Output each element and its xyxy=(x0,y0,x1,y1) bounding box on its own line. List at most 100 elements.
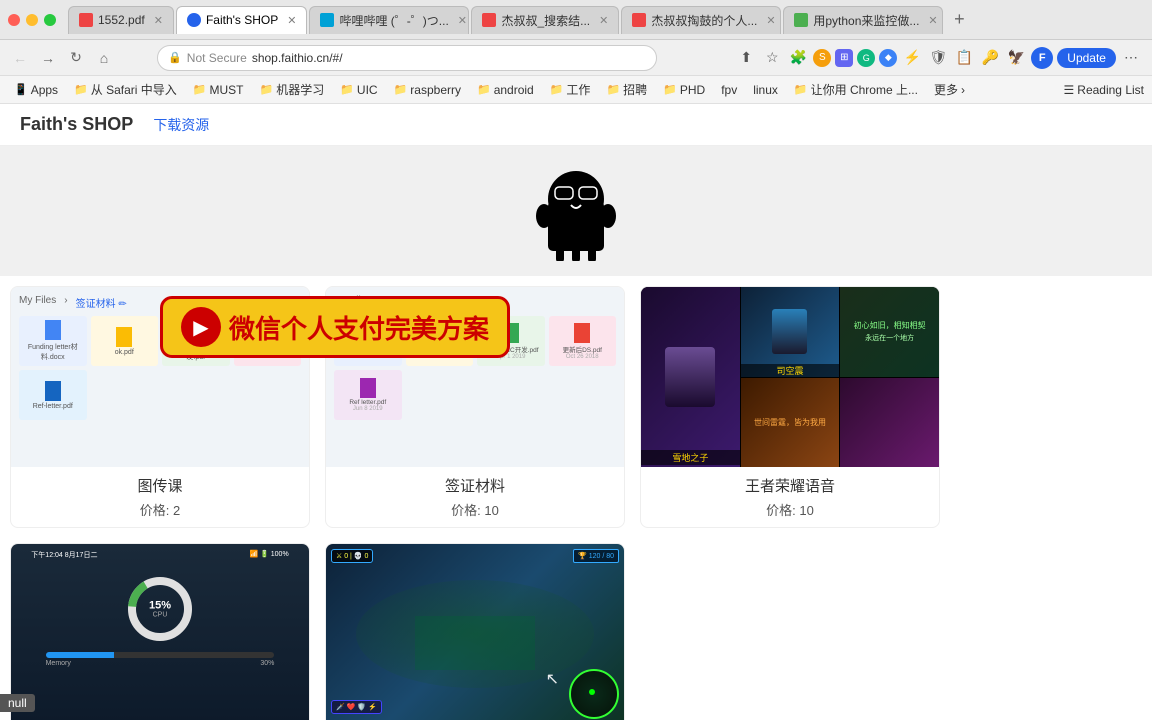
product-title-1: 图传课 xyxy=(11,467,309,500)
tab-favicon-search xyxy=(482,13,496,27)
folder-icon: 📱 xyxy=(14,83,28,96)
bookmark-label: UIC xyxy=(357,83,378,97)
product-card-3[interactable]: 雪地之子 司空震 初心如旧，相知相契 永远在一个地方 世间雷霆，皆为我用 xyxy=(640,286,940,528)
bookmark-must[interactable]: 📁 MUST xyxy=(187,81,250,99)
reading-list[interactable]: ☰ Reading List xyxy=(1064,83,1144,97)
bookmark-label: 招聘 xyxy=(623,81,647,98)
profile-icon[interactable]: F xyxy=(1031,47,1053,69)
reading-list-label: Reading List xyxy=(1077,83,1144,97)
tab-search[interactable]: 杰叔叔_搜索结... ✕ xyxy=(471,6,619,34)
ext-icon-2[interactable]: ⊞ xyxy=(835,49,853,67)
home-button[interactable]: ⌂ xyxy=(94,48,114,68)
bookmark-linux[interactable]: linux xyxy=(747,81,784,99)
download-link[interactable]: 下载资源 xyxy=(153,115,209,135)
bookmark-recruitment[interactable]: 📁 招聘 xyxy=(600,79,653,100)
play-icon: ▶ xyxy=(181,307,221,347)
back-button[interactable]: ← xyxy=(10,48,30,68)
folder-icon: 📁 xyxy=(74,83,88,96)
tab-label-search: 杰叔叔_搜索结... xyxy=(501,12,590,29)
update-button[interactable]: Update xyxy=(1057,48,1116,68)
bookmark-safari[interactable]: 📁 从 Safari 中导入 xyxy=(68,79,183,100)
tab-close-bilibili[interactable]: ✕ xyxy=(458,14,467,27)
chevron-icon: › xyxy=(961,83,965,97)
tab-label-bilibili: 哔哩哔哩 (゜-゜)つ... xyxy=(339,12,448,29)
close-button[interactable] xyxy=(8,14,20,26)
tab-close-icon[interactable]: ✕ xyxy=(154,14,163,27)
bookmark-work[interactable]: 📁 工作 xyxy=(544,79,597,100)
bookmark-label: 让你用 Chrome 上... xyxy=(811,81,918,98)
product-title-2: 签证材料 xyxy=(326,467,624,500)
tab-label-faithshop: Faith's SHOP xyxy=(206,13,278,27)
share-icon[interactable]: ⬆ xyxy=(735,47,757,69)
traffic-lights xyxy=(8,14,56,26)
product-card-4[interactable]: 下午12:04 8月17日二 📶 🔋 100% 15% CPU xyxy=(10,543,310,720)
bookmarks-bar: 📱 Apps 📁 从 Safari 中导入 📁 MUST 📁 机器学习 📁 UI… xyxy=(0,76,1152,104)
minimize-button[interactable] xyxy=(26,14,38,26)
bookmark-chrome[interactable]: 📁 让你用 Chrome 上... xyxy=(788,79,924,100)
reading-list-icon: ☰ xyxy=(1064,83,1075,97)
titlebar: 1552.pdf ✕ Faith's SHOP ✕ 哔哩哔哩 (゜-゜)つ...… xyxy=(0,0,1152,40)
bookmark-fpv[interactable]: fpv xyxy=(715,81,743,99)
bookmark-phd[interactable]: 📁 PHD xyxy=(657,81,711,99)
address-box[interactable]: 🔒 Not Secure shop.faithio.cn/#/ xyxy=(157,45,657,71)
bookmark-icon[interactable]: ☆ xyxy=(761,47,783,69)
lock-icon: 🔒 xyxy=(168,51,182,64)
folder-icon: 📁 xyxy=(340,83,354,96)
product-price-2: 价格: 10 xyxy=(326,500,624,527)
site-header: Faith's SHOP 下载资源 xyxy=(0,104,1152,146)
tab-close-python[interactable]: ✕ xyxy=(928,14,937,27)
bookmark-label: Apps xyxy=(31,83,58,97)
new-tab-button[interactable]: + xyxy=(945,6,973,34)
bookmark-label: PHD xyxy=(680,83,705,97)
tab-favicon xyxy=(79,13,93,27)
ext-icon-7[interactable]: 📋 xyxy=(953,47,975,69)
bookmark-android[interactable]: 📁 android xyxy=(471,81,540,99)
tab-personal[interactable]: 杰叔叔掏鼓的个人... ✕ xyxy=(621,6,781,34)
ext-icon-3[interactable]: G xyxy=(857,49,875,67)
ext-icon-5[interactable]: ⚡ xyxy=(901,47,923,69)
product-card-5[interactable]: ⚔ 0 | 💀 0 🗡️ ❤️ 🛡️ ⚡ ↖ 🏆 120 / 80 xyxy=(325,543,625,720)
github-logo-icon xyxy=(526,161,626,261)
bookmark-uic[interactable]: 📁 UIC xyxy=(334,81,383,99)
folder-icon: 📁 xyxy=(550,83,564,96)
bookmark-label: 更多 xyxy=(934,81,958,98)
maximize-button[interactable] xyxy=(44,14,56,26)
tab-favicon-faithshop xyxy=(187,13,201,27)
bookmark-raspberry[interactable]: 📁 raspberry xyxy=(388,81,467,99)
ext-icon-6[interactable]: 🛡 xyxy=(927,47,949,69)
not-secure-label: Not Secure xyxy=(187,51,247,65)
tab-pdf[interactable]: 1552.pdf ✕ xyxy=(68,6,174,34)
tab-faithshop[interactable]: Faith's SHOP ✕ xyxy=(176,6,308,34)
url-text: shop.faithio.cn/#/ xyxy=(252,51,343,65)
folder-icon: 📁 xyxy=(193,83,207,96)
extensions-icon[interactable]: 🧩 xyxy=(787,47,809,69)
ext-icon-8[interactable]: 🔑 xyxy=(979,47,1001,69)
bookmark-more[interactable]: 更多 › xyxy=(928,79,971,100)
ext-icon-1[interactable]: S xyxy=(813,49,831,67)
tab-close-search[interactable]: ✕ xyxy=(599,14,608,27)
tab-favicon-bilibili xyxy=(320,13,334,27)
ext-icon-9[interactable]: 🦅 xyxy=(1005,47,1027,69)
tab-python[interactable]: 用python来监控做... ✕ xyxy=(783,6,943,34)
hero-section xyxy=(0,146,1152,276)
payment-banner[interactable]: ▶ 微信个人支付完美方案 xyxy=(160,296,510,358)
product-price-1: 价格: 2 xyxy=(11,500,309,527)
forward-button[interactable]: → xyxy=(38,48,58,68)
bookmark-label: MUST xyxy=(210,83,244,97)
toolbar-icons: ⬆ ☆ 🧩 S ⊞ G ◆ ⚡ 🛡 📋 🔑 🦅 F Update ⋯ xyxy=(735,47,1142,69)
folder-icon: 📁 xyxy=(606,83,620,96)
product-title-3: 王者荣耀语音 xyxy=(641,467,939,500)
folder-icon: 📁 xyxy=(260,83,274,96)
folder-icon: 📁 xyxy=(477,83,491,96)
tab-bilibili[interactable]: 哔哩哔哩 (゜-゜)つ... ✕ xyxy=(309,6,469,34)
tab-close-faithshop[interactable]: ✕ xyxy=(287,14,296,27)
menu-icon[interactable]: ⋯ xyxy=(1120,47,1142,69)
ext-icon-4[interactable]: ◆ xyxy=(879,49,897,67)
bookmark-apps[interactable]: 📱 Apps xyxy=(8,81,64,99)
null-badge: null xyxy=(0,694,35,712)
tab-close-personal[interactable]: ✕ xyxy=(766,14,775,27)
refresh-button[interactable]: ↻ xyxy=(66,48,86,68)
bookmark-label: raspberry xyxy=(410,83,461,97)
bookmark-ml[interactable]: 📁 机器学习 xyxy=(254,79,331,100)
bookmark-label: 从 Safari 中导入 xyxy=(91,81,177,98)
